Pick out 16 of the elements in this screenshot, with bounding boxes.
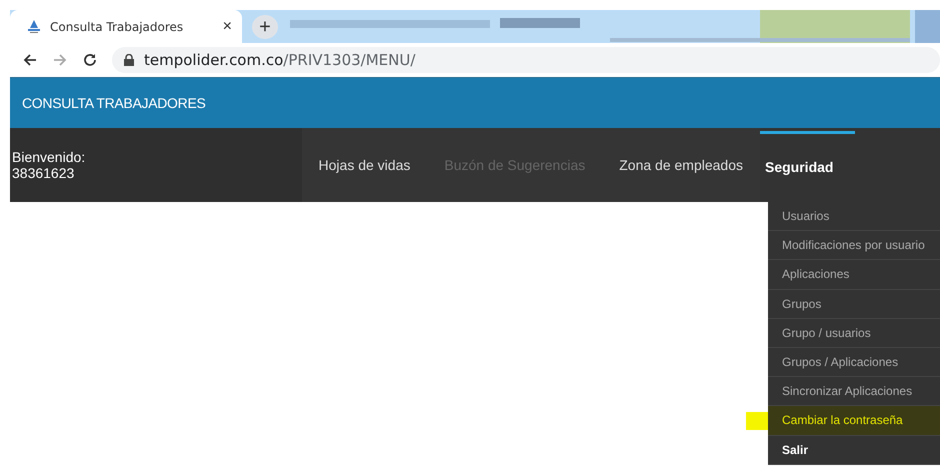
nav-item[interactable]: Hojas de vidas	[302, 128, 428, 202]
address-bar[interactable]: tempolider.com.co/PRIV1303/MENU/	[112, 47, 940, 73]
highlighter-mark	[746, 412, 768, 430]
url-text: tempolider.com.co/PRIV1303/MENU/	[144, 51, 416, 69]
tab-title: Consulta Trabajadores	[50, 20, 184, 34]
nav-item[interactable]: Zona de empleados	[602, 128, 760, 202]
menu-item[interactable]: Cambiar la contraseña	[768, 406, 940, 436]
app-title: CONSULTA TRABAJADORES	[22, 95, 206, 111]
close-tab-button[interactable]: ×	[222, 18, 232, 36]
reload-icon[interactable]	[82, 52, 98, 68]
user-id: 38361623	[12, 165, 76, 181]
logo-icon	[26, 18, 42, 34]
welcome-label: Bienvenido:	[12, 149, 86, 165]
browser-tab[interactable]: Consulta Trabajadores ×	[10, 10, 242, 43]
lock-icon	[124, 54, 134, 66]
back-icon[interactable]	[22, 52, 38, 68]
